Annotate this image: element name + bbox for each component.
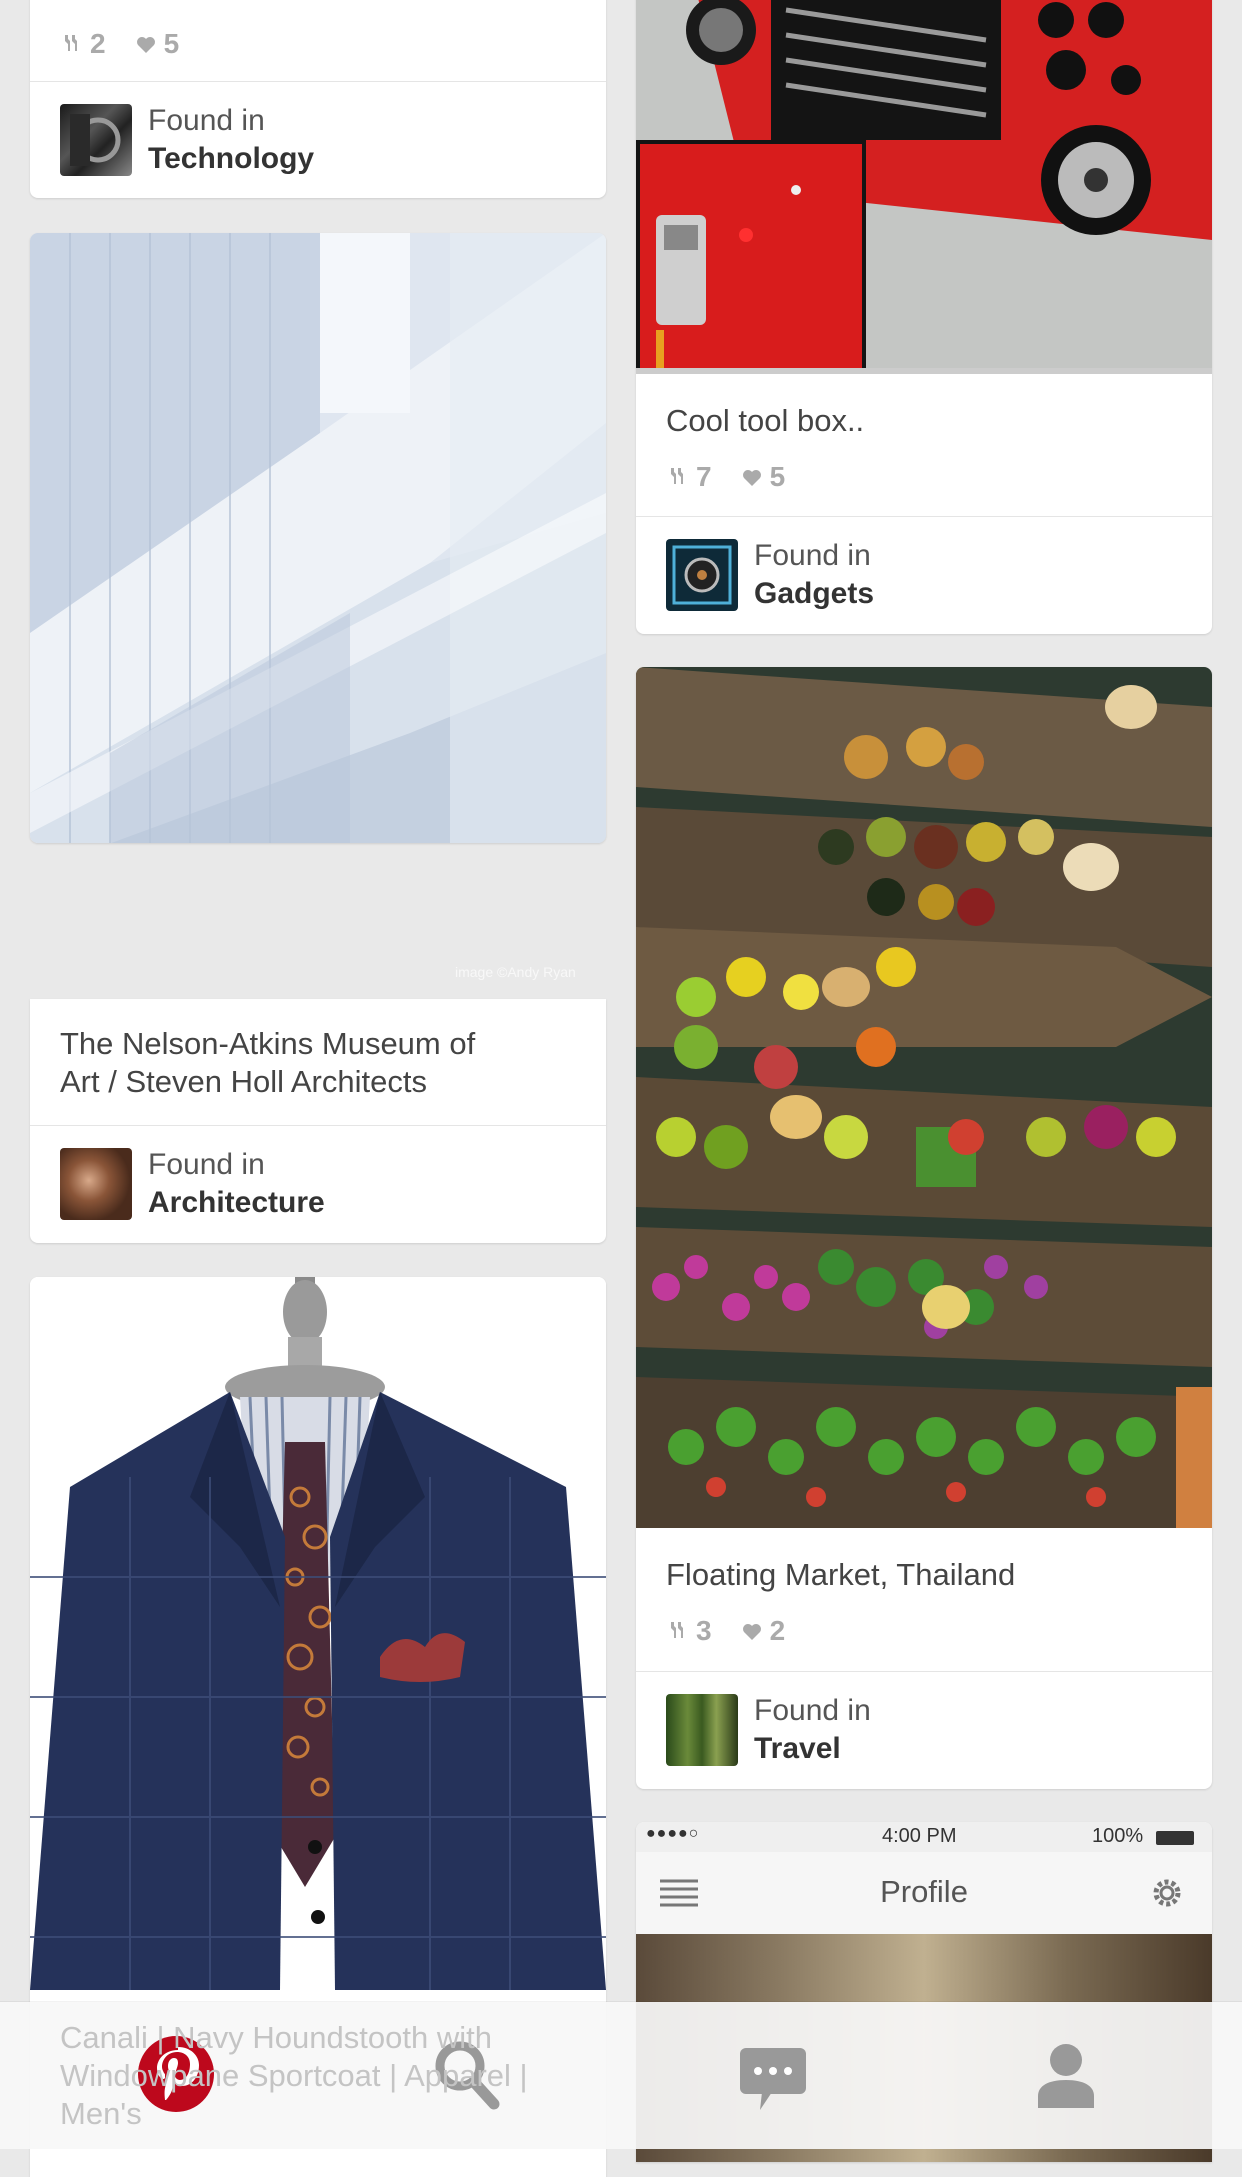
embedded-header: Profile xyxy=(636,1852,1212,1934)
pin-image-suit[interactable] xyxy=(30,1277,606,1990)
gear-icon xyxy=(1153,1879,1181,1907)
pin-title-line-1: The Nelson-Atkins Museum of xyxy=(60,1026,476,1061)
pin-stats: 2 5 xyxy=(60,28,201,60)
pin-title: Cool tool box.. xyxy=(666,403,865,438)
repin-count: 2 xyxy=(90,28,106,59)
pin-title-line-3: Men's xyxy=(60,2096,142,2131)
heart-icon xyxy=(136,37,155,53)
battery-level: 100% xyxy=(1092,1825,1144,1847)
found-in-board-travel[interactable]: Found in Travel xyxy=(666,1694,871,1766)
found-in-label: Found in xyxy=(754,1694,871,1727)
like-count: 5 xyxy=(163,28,180,59)
like-count: 2 xyxy=(769,1615,786,1646)
board-thumbnail-gadgets xyxy=(666,539,738,611)
battery-icon xyxy=(1156,1831,1194,1845)
person-icon xyxy=(1038,2044,1094,2108)
pin-title-line-2: Windowpane Sportcoat | Apparel | xyxy=(60,2058,528,2093)
pin-title-museum: The Nelson-Atkins Museum of Art / Steven… xyxy=(60,1025,576,1101)
board-thumbnail-architecture xyxy=(60,1148,132,1220)
pin-image-floating-market[interactable] xyxy=(636,667,1212,1528)
embedded-status-bar: ●●●●○ 4:00 PM 100% xyxy=(636,1822,1212,1852)
board-name[interactable]: Gadgets xyxy=(754,575,874,613)
nav-messages-button[interactable] xyxy=(738,2046,808,2119)
image-credit: image ©Andy Ryan xyxy=(455,964,576,980)
board-name[interactable]: Architecture xyxy=(148,1184,325,1222)
card-divider xyxy=(636,516,1212,517)
card-divider xyxy=(636,1671,1212,1672)
pin-card-museum-footer[interactable]: The Nelson-Atkins Museum of Art / Steven… xyxy=(30,999,606,1243)
pin-card-toolbox[interactable]: Cool tool box.. 7 5 Found in Gadgets xyxy=(636,0,1212,634)
found-in-label: Found in xyxy=(148,104,265,137)
card-divider xyxy=(30,1125,606,1126)
pin-card-museum[interactable]: The Nelson-Atkins Museum of Art / Steven… xyxy=(30,233,606,843)
pin-card-floating-market[interactable]: Floating Market, Thailand 3 2 Found in T… xyxy=(636,667,1212,1789)
found-in-board-technology[interactable]: Found in Technology xyxy=(60,104,314,176)
repin-count: 7 xyxy=(696,461,712,492)
pin-image-architecture[interactable] xyxy=(30,233,606,843)
pin-title-suit: Canali | Navy Houndstooth with Windowpan… xyxy=(60,2019,580,2133)
pin-image-toolbox[interactable] xyxy=(636,0,1212,374)
pin-card-technology[interactable]: 2 5 Found in Technology xyxy=(30,0,606,198)
repin-icon xyxy=(65,35,77,51)
found-in-board-architecture[interactable]: Found in Architecture xyxy=(60,1148,325,1220)
board-name[interactable]: Technology xyxy=(148,140,314,178)
status-time: 4:00 PM xyxy=(882,1825,957,1847)
pin-stats: 7 5 xyxy=(666,461,807,493)
repin-count: 3 xyxy=(696,1615,712,1646)
board-thumbnail-travel xyxy=(666,1694,738,1766)
board-name[interactable]: Travel xyxy=(754,1730,871,1768)
pin-title-line-2: Art / Steven Holl Architects xyxy=(60,1064,427,1099)
embedded-header-title: Profile xyxy=(880,1874,968,1909)
heart-icon xyxy=(742,1624,761,1640)
signal-indicator: ●●●●○ xyxy=(646,1825,700,1842)
found-in-board-gadgets[interactable]: Found in Gadgets xyxy=(666,539,874,611)
pin-title: Floating Market, Thailand xyxy=(666,1557,1016,1592)
nav-profile-button[interactable] xyxy=(1036,2042,1096,2113)
pin-title-line-1: Canali | Navy Houndstooth with xyxy=(60,2020,492,2055)
chat-bubble-icon xyxy=(740,2048,806,2110)
board-thumbnail-technology xyxy=(60,104,132,176)
card-divider xyxy=(30,81,606,82)
found-in-label: Found in xyxy=(148,1148,265,1181)
like-count: 5 xyxy=(769,461,786,492)
repin-icon xyxy=(671,468,683,484)
found-in-label: Found in xyxy=(754,539,871,572)
repin-icon xyxy=(671,1622,683,1638)
pin-stats: 3 2 xyxy=(666,1615,807,1647)
heart-icon xyxy=(742,470,761,486)
